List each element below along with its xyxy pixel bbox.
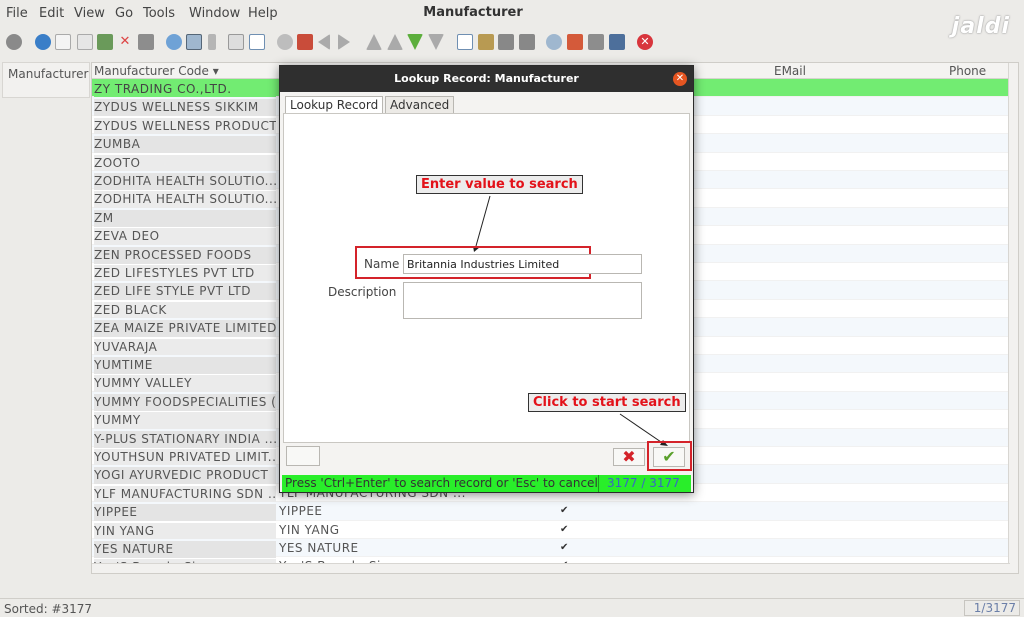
cell-manufacturer-code: ZODHITA HEALTH SOLUTIO... bbox=[94, 191, 276, 209]
print-icon[interactable] bbox=[519, 34, 535, 50]
forward-icon[interactable] bbox=[338, 34, 350, 50]
dialog-status-message: Press 'Ctrl+Enter' to search record or '… bbox=[285, 476, 598, 490]
active-checkbox[interactable]: ✔ bbox=[560, 524, 570, 535]
find-icon[interactable] bbox=[186, 34, 202, 50]
column-header-code[interactable]: Manufacturer Code ▾ bbox=[94, 64, 219, 78]
new-record-icon[interactable] bbox=[55, 34, 71, 50]
cell-manufacturer-name: YIN YANG bbox=[279, 522, 340, 537]
cell-manufacturer-code: YLF MANUFACTURING SDN ... bbox=[94, 485, 276, 503]
dialog-status-bar: Press 'Ctrl+Enter' to search record or '… bbox=[282, 475, 691, 492]
dialog-close-icon[interactable]: ✕ bbox=[673, 72, 687, 86]
cell-manufacturer-code: ZM bbox=[94, 209, 276, 227]
first-record-icon[interactable] bbox=[366, 34, 382, 50]
workflow-icon[interactable] bbox=[567, 34, 583, 50]
previous-record-icon[interactable] bbox=[387, 34, 403, 50]
status-bar: Sorted: #3177 1/3177 bbox=[0, 598, 1024, 617]
cell-manufacturer-code: ZED BLACK bbox=[94, 301, 276, 319]
advanced-toggle-button[interactable] bbox=[286, 446, 320, 466]
status-divider bbox=[598, 475, 599, 492]
print-preview-icon[interactable] bbox=[498, 34, 514, 50]
back-icon[interactable] bbox=[318, 34, 330, 50]
cell-manufacturer-code: ZOOTO bbox=[94, 154, 276, 172]
column-header-phone[interactable]: Phone bbox=[949, 64, 986, 78]
cell-manufacturer-code: ZEA MAIZE PRIVATE LIMITED bbox=[94, 320, 276, 338]
active-checkbox[interactable]: ✔ bbox=[560, 542, 570, 553]
callout-arrow-1 bbox=[473, 195, 491, 252]
history-icon[interactable] bbox=[277, 34, 293, 50]
dialog-title: Lookup Record: Manufacturer bbox=[280, 66, 693, 92]
toolbar: ✕ ✕ bbox=[0, 30, 1024, 56]
table-row[interactable]: YIN YANG YIN YANG ✔ bbox=[92, 521, 1010, 540]
table-row[interactable]: YIPPEE YIPPEE ✔ bbox=[92, 502, 1010, 522]
record-position: 1/3177 bbox=[964, 600, 1020, 616]
dialog-record-count: 3177 / 3177 bbox=[607, 476, 680, 490]
cell-manufacturer-code: Y-PLUS STATIONARY INDIA ... bbox=[94, 430, 276, 448]
cell-manufacturer-code: ZUMBA bbox=[94, 136, 276, 154]
cell-manufacturer-code: YIPPEE bbox=[94, 504, 276, 522]
refresh-icon[interactable] bbox=[166, 34, 182, 50]
description-label: Description bbox=[328, 285, 397, 299]
cell-manufacturer-name: YES NATURE bbox=[279, 541, 359, 555]
zoom-icon[interactable] bbox=[546, 34, 562, 50]
cell-manufacturer-code: ZED LIFE STYLE PVT LTD bbox=[94, 283, 276, 301]
cell-manufacturer-code: ZYDUS WELLNESS PRODUCT... bbox=[94, 117, 276, 135]
cell-manufacturer-code: YUMMY bbox=[94, 412, 276, 430]
cell-manufacturer-code: YES NATURE bbox=[94, 541, 276, 558]
cell-manufacturer-code: ZED LIFESTYLES PVT LTD bbox=[94, 265, 276, 282]
column-header-email[interactable]: EMail bbox=[774, 64, 806, 78]
cell-manufacturer-code: ZEVA DEO bbox=[94, 228, 276, 246]
attachment-icon[interactable] bbox=[208, 34, 216, 50]
cell-manufacturer-name: YIPPEE bbox=[279, 504, 323, 519]
cell-manufacturer-code: YUMMY VALLEY bbox=[94, 375, 276, 393]
request-icon[interactable] bbox=[609, 34, 625, 50]
grid-horizontal-scrollbar[interactable] bbox=[92, 563, 1010, 573]
tab-advanced[interactable]: Advanced bbox=[385, 96, 455, 114]
delete-icon[interactable]: ✕ bbox=[117, 34, 133, 50]
cell-manufacturer-code: YIN YANG bbox=[94, 522, 276, 540]
cell-manufacturer-code: ZEN PROCESSED FOODS bbox=[94, 246, 276, 264]
tab-lookup-record[interactable]: Lookup Record bbox=[285, 96, 384, 114]
grid-toggle-icon[interactable] bbox=[249, 34, 265, 50]
sort-status: Sorted: #3177 bbox=[4, 602, 93, 616]
cell-manufacturer-code: YUVARAJA bbox=[94, 338, 276, 356]
lookup-dialog: Lookup Record: Manufacturer ✕ Lookup Rec… bbox=[279, 65, 694, 493]
copy-record-icon[interactable] bbox=[77, 34, 93, 50]
cell-manufacturer-code: YOGI AYURVEDIC PRODUCT bbox=[94, 467, 276, 485]
callout-click-search: Click to start search bbox=[528, 393, 686, 412]
cell-manufacturer-code: ZY TRADING CO.,LTD. bbox=[94, 81, 276, 98]
cell-manufacturer-code: ZODHITA HEALTH SOLUTIO... bbox=[94, 173, 276, 190]
last-record-icon[interactable] bbox=[428, 34, 444, 50]
save-icon[interactable] bbox=[97, 34, 113, 50]
chat-icon[interactable] bbox=[228, 34, 244, 50]
description-input[interactable] bbox=[403, 282, 642, 319]
name-input[interactable] bbox=[403, 254, 642, 274]
cancel-button[interactable]: ✖ bbox=[613, 448, 645, 466]
next-record-icon[interactable] bbox=[407, 34, 423, 50]
product-info-icon[interactable] bbox=[588, 34, 604, 50]
save-all-icon[interactable] bbox=[138, 34, 154, 50]
archive-icon[interactable] bbox=[478, 34, 494, 50]
grid-vertical-scrollbar[interactable] bbox=[1008, 63, 1018, 573]
report-icon[interactable] bbox=[457, 34, 473, 50]
name-label: Name bbox=[364, 257, 400, 271]
left-panel-tab-manufacturer[interactable]: Manufacturer bbox=[2, 62, 90, 98]
cell-manufacturer-code: ZYDUS WELLNESS SIKKIM bbox=[94, 99, 276, 117]
exit-icon[interactable]: ✕ bbox=[637, 34, 653, 50]
active-checkbox[interactable]: ✔ bbox=[560, 505, 570, 516]
undo-icon[interactable] bbox=[6, 34, 22, 50]
cell-manufacturer-code: YOUTHSUN PRIVATED LIMIT... bbox=[94, 449, 276, 466]
help-icon[interactable] bbox=[35, 34, 51, 50]
callout-enter-value: Enter value to search bbox=[416, 175, 583, 194]
ok-search-button[interactable]: ✔ bbox=[653, 447, 685, 467]
cell-manufacturer-code: YUMMY FOODSPECIALITIES (... bbox=[94, 393, 276, 411]
window-title: Manufacturer bbox=[423, 5, 523, 20]
cell-manufacturer-code: YUMTIME bbox=[94, 357, 276, 374]
menu-bar: File Edit View Go Tools Window Help Manu… bbox=[0, 0, 1024, 39]
home-icon[interactable] bbox=[297, 34, 313, 50]
table-row[interactable]: YES NATURE YES NATURE ✔ bbox=[92, 539, 1010, 558]
